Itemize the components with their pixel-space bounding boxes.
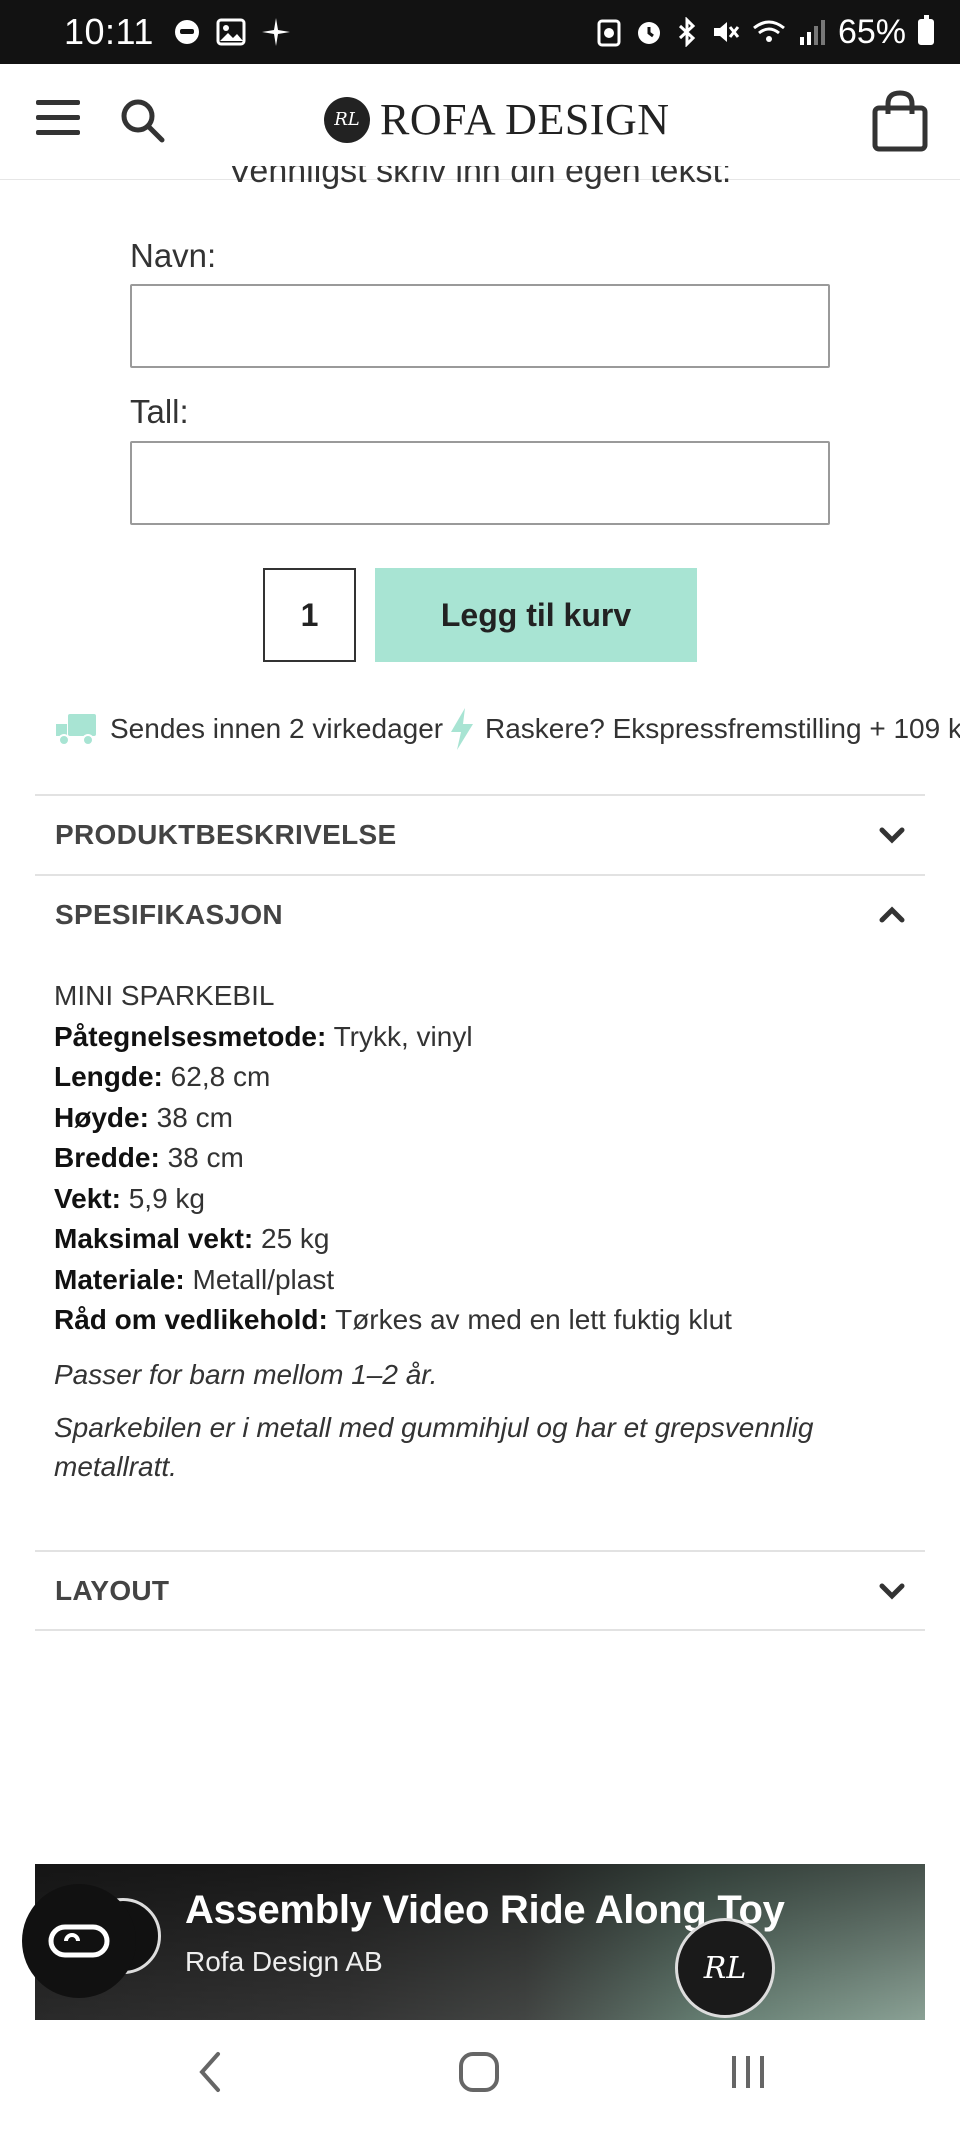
spec-row: Råd om vedlikehold: Tørkes av med en let… (54, 1304, 732, 1335)
recent-apps-icon[interactable] (728, 2050, 768, 2094)
name-input[interactable] (130, 284, 830, 368)
home-icon[interactable] (457, 2050, 501, 2094)
spec-material-note: Sparkebilen er i metall med gummihjul og… (54, 1411, 814, 1482)
video-logo-icon: RL (675, 1918, 775, 2018)
status-notification-icons (172, 16, 292, 48)
brand-logo[interactable]: RL ROFA DESIGN (324, 94, 670, 145)
spec-age-note: Passer for barn mellom 1–2 år. (54, 1358, 438, 1390)
number-label: Tall: (130, 393, 189, 430)
accordion-description-title: PRODUKTBESKRIVELSE (55, 819, 397, 850)
number-input[interactable] (130, 441, 830, 525)
cart-icon[interactable] (872, 90, 928, 152)
specification-content: MINI SPARKEBIL Påtegnelsesmetode: Trykk,… (54, 976, 914, 1486)
status-time: 10:11 (64, 11, 154, 52)
accordion-specification-title: SPESIFIKASJON (55, 899, 283, 930)
battery-icon (918, 15, 934, 45)
gallery-icon (216, 18, 246, 46)
express-text: Raskere? Ekspressfremstilling + 109 kr (485, 713, 960, 744)
status-bar: 10:11 65% (0, 0, 960, 64)
add-to-cart-button[interactable]: Legg til kurv (375, 568, 697, 662)
truck-icon (56, 714, 96, 746)
accordion-description: PRODUKTBESKRIVELSE (35, 794, 925, 874)
spec-row: Vekt: 5,9 kg (54, 1182, 205, 1214)
accordion-layout: LAYOUT (35, 1550, 925, 1630)
search-icon[interactable] (118, 96, 166, 144)
accordion-specification-header[interactable]: SPESIFIKASJON (35, 876, 925, 954)
accordion-layout-title: LAYOUT (55, 1575, 170, 1606)
site-header: RL ROFA DESIGN (0, 64, 960, 180)
shipping-text: Sendes innen 2 virkedager (110, 713, 444, 744)
form-heading: Vennligst skriv inn din egen tekst: (228, 166, 732, 190)
chevron-down-icon (879, 827, 905, 844)
spec-row: Maksimal vekt: 25 kg (54, 1223, 330, 1254)
alarm-icon (637, 22, 660, 44)
menu-icon[interactable] (36, 100, 80, 140)
back-icon[interactable] (196, 2050, 226, 2094)
accordion-layout-header[interactable]: LAYOUT (35, 1552, 925, 1630)
chevron-up-icon (879, 906, 905, 923)
video-channel[interactable]: Rofa Design AB (185, 1946, 383, 1978)
name-label: Navn: (130, 237, 217, 274)
chevron-down-icon (879, 1583, 905, 1600)
video-player[interactable]: Assembly Video Ride Along Toy Rofa Desig… (35, 1864, 925, 2020)
shipping-info: Sendes innen 2 virkedager (54, 704, 443, 754)
lightning-icon (451, 708, 473, 750)
logo-mark-icon: RL (324, 96, 370, 143)
spec-row: Lengde: 62,8 cm (54, 1061, 271, 1092)
bluetooth-icon (678, 17, 696, 47)
spec-row: Bredde: 38 cm (54, 1142, 244, 1173)
data-saver-icon (597, 19, 621, 47)
system-nav-bar (0, 2020, 960, 2133)
status-system-icons: 65% (596, 13, 934, 52)
accordion-description-header[interactable]: PRODUKTBESKRIVELSE (35, 796, 925, 874)
battery-percent: 65% (837, 12, 906, 51)
express-info: Raskere? Ekspressfremstilling + 109 kr (449, 704, 960, 754)
quantity-input[interactable]: 1 (263, 568, 356, 662)
video-title[interactable]: Assembly Video Ride Along Toy (185, 1888, 785, 1933)
spec-row: Høyde: 38 cm (54, 1101, 233, 1133)
brand-name: ROFA DESIGN (380, 95, 670, 144)
chat-icon (48, 1924, 110, 1958)
spec-row: Materiale: Metall/plast (54, 1263, 335, 1295)
spec-product-name: MINI SPARKEBIL (54, 980, 275, 1011)
sparkle-icon (261, 18, 290, 46)
accordion-divider (35, 1629, 925, 1631)
sync-icon (174, 20, 199, 44)
accordion-specification: SPESIFIKASJON (35, 874, 925, 954)
spec-row: Påtegnelsesmetode: Trykk, vinyl (54, 1020, 473, 1052)
chat-button[interactable] (22, 1884, 136, 1998)
signal-icon (799, 20, 825, 45)
wifi-icon (753, 20, 785, 42)
mute-icon (713, 22, 740, 42)
